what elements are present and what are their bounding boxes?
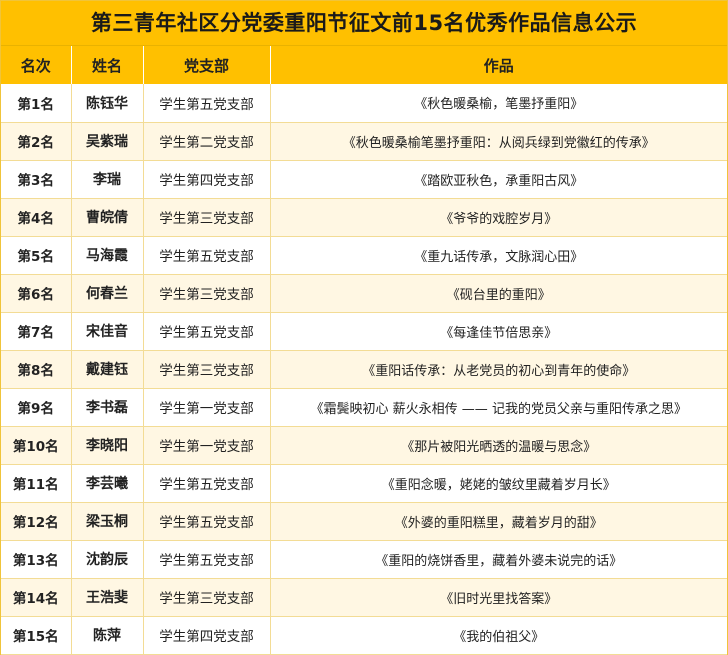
name-cell: 李瑞 [71, 160, 144, 199]
branch-cell: 学生第五党支部 [143, 236, 271, 275]
work-cell: 《秋色暖桑榆，笔墨抒重阳》 [270, 84, 727, 123]
table-row: 第7名 宋佳音 学生第五党支部 《每逢佳节倍思亲》 [1, 312, 727, 351]
branch-cell: 学生第三党支部 [143, 578, 271, 617]
name-cell: 陈钰华 [71, 84, 144, 123]
work-cell: 《重阳的烧饼香里，藏着外婆未说完的话》 [270, 540, 727, 579]
header-work: 作品 [483, 56, 514, 75]
table-row: 第14名 王浩斐 学生第三党支部 《旧时光里找答案》 [1, 578, 727, 617]
branch-cell: 学生第五党支部 [143, 464, 271, 503]
rank-cell: 第1名 [1, 84, 72, 123]
name-cell: 李晓阳 [71, 426, 144, 465]
notice-page: 第三青年社区分党委重阳节征文前15名优秀作品信息公示 名次 姓名 党支部 作品 … [0, 0, 728, 655]
name-cell: 李书磊 [71, 388, 144, 427]
header-branch: 党支部 [143, 46, 271, 84]
table-row: 第3名 李瑞 学生第四党支部 《踏欧亚秋色，承重阳古风》 [1, 160, 727, 199]
name-cell: 何春兰 [71, 274, 144, 313]
branch-cell: 学生第三党支部 [143, 198, 271, 237]
rank-cell: 第4名 [1, 198, 72, 237]
header-rank: 名次 [1, 46, 72, 84]
name-cell: 戴建钰 [71, 350, 144, 389]
branch-cell: 学生第二党支部 [143, 122, 271, 161]
table-row: 第15名 陈萍 学生第四党支部 《我的伯祖父》 [1, 616, 727, 655]
work-cell: 《我的伯祖父》 [270, 616, 727, 655]
branch-cell: 学生第三党支部 [143, 350, 271, 389]
branch-cell: 学生第一党支部 [143, 426, 271, 465]
table-row: 第12名 梁玉桐 学生第五党支部 《外婆的重阳糕里，藏着岁月的甜》 [1, 502, 727, 541]
table-header-row: 名次 姓名 党支部 作品 [1, 46, 727, 84]
branch-cell: 学生第五党支部 [143, 312, 271, 351]
rank-cell: 第10名 [1, 426, 72, 465]
rank-cell: 第3名 [1, 160, 72, 199]
name-cell: 梁玉桐 [71, 502, 144, 541]
table-row: 第2名 吴紫瑞 学生第二党支部 《秋色暖桑榆笔墨抒重阳：从阅兵绿到党徽红的传承》 [1, 122, 727, 161]
branch-cell: 学生第五党支部 [143, 540, 271, 579]
work-cell: 《爷爷的戏腔岁月》 [270, 198, 727, 237]
table-row: 第11名 李芸曦 学生第五党支部 《重阳念暖，姥姥的皱纹里藏着岁月长》 [1, 464, 727, 503]
name-cell: 沈韵辰 [71, 540, 144, 579]
branch-cell: 学生第五党支部 [143, 502, 271, 541]
work-cell: 《每逢佳节倍思亲》 [270, 312, 727, 351]
header-name: 姓名 [71, 46, 144, 84]
ranking-table: 名次 姓名 党支部 作品 第1名 陈钰华 学生第五党支部 《秋色暖桑榆，笔墨抒重阳》第… [1, 46, 727, 655]
work-cell: 《旧时光里找答案》 [270, 578, 727, 617]
page-title: 第三青年社区分党委重阳节征文前15名优秀作品信息公示 [1, 1, 727, 46]
work-cell: 《那片被阳光晒透的温暖与思念》 [270, 426, 727, 465]
name-cell: 宋佳音 [71, 312, 144, 351]
rank-cell: 第12名 [1, 502, 72, 541]
work-cell: 《踏欧亚秋色，承重阳古风》 [270, 160, 727, 199]
branch-cell: 学生第三党支部 [143, 274, 271, 313]
rank-cell: 第11名 [1, 464, 72, 503]
name-cell: 吴紫瑞 [71, 122, 144, 161]
table-row: 第10名 李晓阳 学生第一党支部 《那片被阳光晒透的温暖与思念》 [1, 426, 727, 465]
rank-cell: 第5名 [1, 236, 72, 275]
work-cell: 《霜鬓映初心 薪火永相传 —— 记我的党员父亲与重阳传承之思》 [270, 388, 727, 427]
work-cell: 《砚台里的重阳》 [270, 274, 727, 313]
rank-cell: 第14名 [1, 578, 72, 617]
branch-cell: 学生第一党支部 [143, 388, 271, 427]
branch-cell: 学生第四党支部 [143, 616, 271, 655]
name-cell: 马海霞 [71, 236, 144, 275]
name-cell: 曹皖倩 [71, 198, 144, 237]
name-cell: 李芸曦 [71, 464, 144, 503]
work-cell: 《重九话传承，文脉润心田》 [270, 236, 727, 275]
work-cell: 《外婆的重阳糕里，藏着岁月的甜》 [270, 502, 727, 541]
table-row: 第1名 陈钰华 学生第五党支部 《秋色暖桑榆，笔墨抒重阳》 [1, 84, 727, 123]
branch-cell: 学生第五党支部 [143, 84, 271, 123]
rank-cell: 第8名 [1, 350, 72, 389]
table-body: 第1名 陈钰华 学生第五党支部 《秋色暖桑榆，笔墨抒重阳》 第2名 吴紫瑞 学生第二党支部《… [1, 84, 727, 655]
rank-cell: 第7名 [1, 312, 72, 351]
branch-cell: 学生第四党支部 [143, 160, 271, 199]
table-row: 第6名 何春兰 学生第三党支部 《砚台里的重阳》 [1, 274, 727, 313]
work-cell: 《重阳念暖，姥姥的皱纹里藏着岁月长》 [270, 464, 727, 503]
rank-cell: 第9名 [1, 388, 72, 427]
work-cell: 《重阳话传承：从老党员的初心到青年的使命》 [270, 350, 727, 389]
table-row: 第9名 李书磊 学生第一党支部 《霜鬓映初心 薪火永相传 —— 记我的党员父亲与重阳传… [1, 388, 727, 427]
table-row: 第13名 沈韵辰 学生第五党支部 《重阳的烧饼香里，藏着外婆未说完的话》 [1, 540, 727, 579]
table-row: 第4名 曹皖倩 学生第三党支部 《爷爷的戏腔岁月》 [1, 198, 727, 237]
work-cell: 《秋色暖桑榆笔墨抒重阳：从阅兵绿到党徽红的传承》 [270, 122, 727, 161]
rank-cell: 第6名 [1, 274, 72, 313]
name-cell: 陈萍 [71, 616, 144, 655]
name-cell: 王浩斐 [71, 578, 144, 617]
table-row: 第8名 戴建钰 学生第三党支部 《重阳话传承：从老党员的初心到青年的使命》 [1, 350, 727, 389]
rank-cell: 第13名 [1, 540, 72, 579]
rank-cell: 第2名 [1, 122, 72, 161]
table-row: 第5名 马海霞 学生第五党支部 《重九话传承，文脉润心田》 [1, 236, 727, 275]
rank-cell: 第15名 [1, 616, 72, 655]
